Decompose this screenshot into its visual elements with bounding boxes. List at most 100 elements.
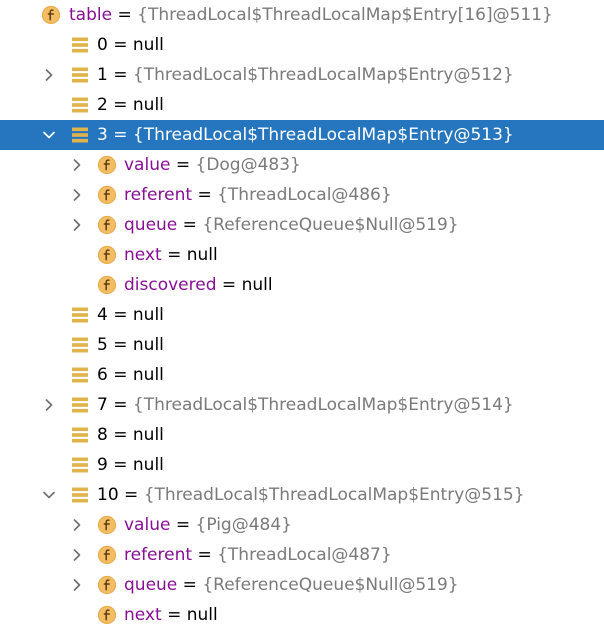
variable-value: null [132, 95, 164, 115]
equals-sign: = [192, 185, 218, 205]
tree-row[interactable]: discovered = null [0, 270, 604, 300]
tree-row[interactable]: 3 = {ThreadLocal$ThreadLocalMap$Entry@51… [0, 120, 604, 150]
variable-value: null [186, 245, 218, 265]
field-icon [41, 5, 61, 25]
variable-value: null [132, 35, 164, 55]
tree-row[interactable]: 1 = {ThreadLocal$ThreadLocalMap$Entry@51… [0, 60, 604, 90]
variable-value: {ThreadLocal@487} [217, 545, 392, 565]
tree-row[interactable]: queue = {ReferenceQueue$Null@519} [0, 570, 604, 600]
field-name: next [124, 245, 162, 265]
row-text: referent = {ThreadLocal@487} [124, 540, 392, 570]
array-element-icon [70, 455, 90, 475]
tree-row[interactable]: 2 = null [0, 90, 604, 120]
equals-sign: = [107, 305, 133, 325]
variable-value: {ThreadLocal$ThreadLocalMap$Entry[16]@51… [137, 5, 553, 25]
variable-value: null [132, 425, 164, 445]
equals-sign: = [107, 125, 133, 145]
chevron-right-icon[interactable] [43, 399, 55, 411]
row-text: 9 = null [97, 450, 164, 480]
array-element-icon [70, 305, 90, 325]
row-text: 2 = null [97, 90, 164, 120]
row-text: 8 = null [97, 420, 164, 450]
equals-sign: = [107, 455, 133, 475]
tree-row[interactable]: 7 = {ThreadLocal$ThreadLocalMap$Entry@51… [0, 390, 604, 420]
equals-sign: = [170, 515, 196, 535]
array-index: 3 [97, 125, 108, 145]
field-icon [97, 215, 117, 235]
tree-row[interactable]: next = null [0, 240, 604, 270]
array-index: 8 [97, 425, 108, 445]
tree-row[interactable]: 6 = null [0, 360, 604, 390]
row-text: discovered = null [124, 270, 273, 300]
tree-row[interactable]: 10 = {ThreadLocal$ThreadLocalMap$Entry@5… [0, 480, 604, 510]
equals-sign: = [107, 365, 133, 385]
array-element-icon [70, 395, 90, 415]
row-text: value = {Pig@484} [124, 510, 292, 540]
chevron-right-icon[interactable] [71, 189, 83, 201]
row-text: 10 = {ThreadLocal$ThreadLocalMap$Entry@5… [97, 480, 525, 510]
equals-sign: = [118, 485, 144, 505]
field-icon [97, 275, 117, 295]
row-text: table = {ThreadLocal$ThreadLocalMap$Entr… [69, 0, 553, 30]
array-element-icon [70, 365, 90, 385]
row-text: value = {Dog@483} [124, 150, 301, 180]
chevron-down-icon[interactable] [43, 489, 55, 501]
tree-row[interactable]: referent = {ThreadLocal@487} [0, 540, 604, 570]
variable-value: {ReferenceQueue$Null@519} [202, 575, 459, 595]
tree-row[interactable]: queue = {ReferenceQueue$Null@519} [0, 210, 604, 240]
array-index: 0 [97, 35, 108, 55]
equals-sign: = [107, 65, 133, 85]
variable-value: null [241, 275, 273, 295]
variable-value: null [132, 455, 164, 475]
tree-row[interactable]: 0 = null [0, 30, 604, 60]
row-text: referent = {ThreadLocal@486} [124, 180, 392, 210]
tree-row[interactable]: 8 = null [0, 420, 604, 450]
tree-row[interactable]: value = {Pig@484} [0, 510, 604, 540]
debugger-variables-tree[interactable]: table = {ThreadLocal$ThreadLocalMap$Entr… [0, 0, 604, 631]
equals-sign: = [216, 275, 242, 295]
field-icon [97, 155, 117, 175]
array-index: 9 [97, 455, 108, 475]
variable-value: null [132, 335, 164, 355]
tree-row[interactable]: referent = {ThreadLocal@486} [0, 180, 604, 210]
array-index: 7 [97, 395, 108, 415]
field-icon [97, 545, 117, 565]
row-text: 7 = {ThreadLocal$ThreadLocalMap$Entry@51… [97, 390, 514, 420]
variable-value: null [132, 305, 164, 325]
array-index: 5 [97, 335, 108, 355]
array-element-icon [70, 335, 90, 355]
row-text: next = null [124, 240, 218, 270]
tree-row[interactable]: 5 = null [0, 330, 604, 360]
row-text: 6 = null [97, 360, 164, 390]
row-text: queue = {ReferenceQueue$Null@519} [124, 570, 459, 600]
chevron-right-icon[interactable] [71, 159, 83, 171]
tree-row[interactable]: value = {Dog@483} [0, 150, 604, 180]
field-name: next [124, 605, 162, 625]
variable-value: {ThreadLocal$ThreadLocalMap$Entry@514} [132, 395, 514, 415]
row-text: 3 = {ThreadLocal$ThreadLocalMap$Entry@51… [97, 120, 514, 150]
field-name: discovered [124, 275, 217, 295]
equals-sign: = [192, 545, 218, 565]
variable-value: {ReferenceQueue$Null@519} [202, 215, 459, 235]
equals-sign: = [161, 605, 187, 625]
chevron-right-icon[interactable] [43, 69, 55, 81]
tree-row[interactable]: next = null [0, 600, 604, 630]
tree-row[interactable]: 9 = null [0, 450, 604, 480]
tree-row[interactable]: table = {ThreadLocal$ThreadLocalMap$Entr… [0, 0, 604, 30]
field-name: referent [124, 185, 193, 205]
chevron-right-icon[interactable] [71, 549, 83, 561]
chevron-right-icon[interactable] [71, 219, 83, 231]
array-index: 6 [97, 365, 108, 385]
equals-sign: = [177, 215, 203, 235]
equals-sign: = [177, 575, 203, 595]
equals-sign: = [107, 335, 133, 355]
equals-sign: = [107, 395, 133, 415]
field-name: queue [124, 215, 178, 235]
chevron-down-icon[interactable] [43, 129, 55, 141]
variable-value: {ThreadLocal$ThreadLocalMap$Entry@512} [132, 65, 514, 85]
row-text: 5 = null [97, 330, 164, 360]
array-element-icon [70, 35, 90, 55]
chevron-right-icon[interactable] [71, 519, 83, 531]
chevron-right-icon[interactable] [71, 579, 83, 591]
tree-row[interactable]: 4 = null [0, 300, 604, 330]
